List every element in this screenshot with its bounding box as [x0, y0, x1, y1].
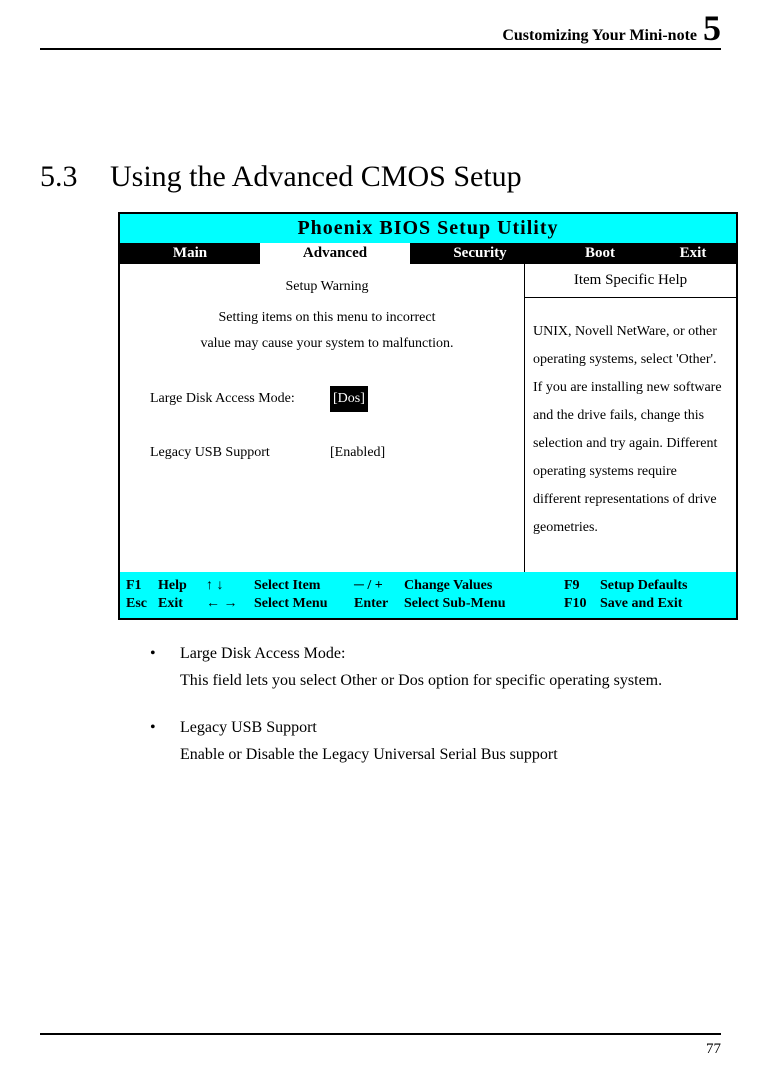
list-item: Large Disk Access Mode: This field lets …: [140, 640, 721, 694]
setting-label: Legacy USB Support: [150, 440, 330, 467]
list-item: Legacy USB Support Enable or Disable the…: [140, 714, 721, 768]
help-body: UNIX, Novell NetWare, or other operating…: [525, 298, 736, 572]
setting-large-disk[interactable]: Large Disk Access Mode: [Dos]: [150, 386, 504, 413]
bios-setup-box: Phoenix BIOS Setup Utility Main Advanced…: [118, 212, 738, 620]
page-number: 77: [706, 1041, 721, 1057]
section-number: 5.3: [40, 160, 110, 194]
arrows-updown-icon: ↑ ↓: [206, 578, 254, 594]
setup-warning-line2: value may cause your system to malfuncti…: [150, 331, 504, 358]
setting-legacy-usb[interactable]: Legacy USB Support [Enabled]: [150, 440, 504, 467]
setting-value-selected[interactable]: [Dos]: [330, 386, 368, 413]
key-f10: F10: [564, 596, 600, 612]
section-heading: 5.3 Using the Advanced CMOS Setup: [40, 160, 721, 194]
key-enter: Enter: [354, 596, 404, 612]
bullet-title: Large Disk Access Mode:: [180, 645, 345, 662]
label-select-item: Select Item: [254, 578, 354, 594]
bios-title: Phoenix BIOS Setup Utility: [120, 214, 736, 243]
footer-row-1: F1 Help ↑ ↓ Select Item ─ / + Change Val…: [126, 578, 730, 594]
page-header: Customizing Your Mini-note 5: [40, 10, 721, 50]
label-setup-defaults: Setup Defaults: [600, 578, 688, 594]
footer-row-2: Esc Exit ← → Select Menu Enter Select Su…: [126, 596, 730, 612]
label-change-values: Change Values: [404, 578, 564, 594]
header-text: Customizing Your Mini-note: [502, 27, 697, 45]
label-exit: Exit: [158, 596, 206, 612]
setup-warning-line1: Setting items on this menu to incorrect: [150, 305, 504, 332]
help-header: Item Specific Help: [525, 264, 736, 298]
section-title: Using the Advanced CMOS Setup: [110, 160, 522, 194]
bullet-title: Legacy USB Support: [180, 719, 317, 736]
arrows-leftright-icon: ← →: [206, 596, 254, 612]
label-select-submenu: Select Sub-Menu: [404, 596, 564, 612]
bios-tabs: Main Advanced Security Boot Exit: [120, 243, 736, 264]
tab-main[interactable]: Main: [120, 243, 260, 264]
key-f1: F1: [126, 578, 158, 594]
bios-footer: F1 Help ↑ ↓ Select Item ─ / + Change Val…: [120, 572, 736, 618]
setting-value[interactable]: [Enabled]: [330, 440, 385, 467]
setup-warning-title: Setup Warning: [150, 274, 504, 301]
tab-advanced[interactable]: Advanced: [260, 243, 410, 264]
content-list: Large Disk Access Mode: This field lets …: [140, 640, 721, 769]
bios-left-panel: Setup Warning Setting items on this menu…: [120, 264, 525, 572]
header-chapter-number: 5: [703, 10, 721, 46]
key-f9: F9: [564, 578, 600, 594]
bios-right-panel: Item Specific Help UNIX, Novell NetWare,…: [525, 264, 736, 572]
tab-security[interactable]: Security: [410, 243, 550, 264]
page-footer: 77: [40, 1033, 721, 1058]
key-plusminus: ─ / +: [354, 578, 404, 594]
tab-exit[interactable]: Exit: [650, 243, 736, 264]
key-esc: Esc: [126, 596, 158, 612]
label-save-exit: Save and Exit: [600, 596, 682, 612]
label-select-menu: Select Menu: [254, 596, 354, 612]
bullet-body: Enable or Disable the Legacy Universal S…: [180, 746, 558, 763]
bullet-body: This field lets you select Other or Dos …: [180, 672, 662, 689]
label-help: Help: [158, 578, 206, 594]
tab-boot[interactable]: Boot: [550, 243, 650, 264]
setting-label: Large Disk Access Mode:: [150, 386, 330, 413]
